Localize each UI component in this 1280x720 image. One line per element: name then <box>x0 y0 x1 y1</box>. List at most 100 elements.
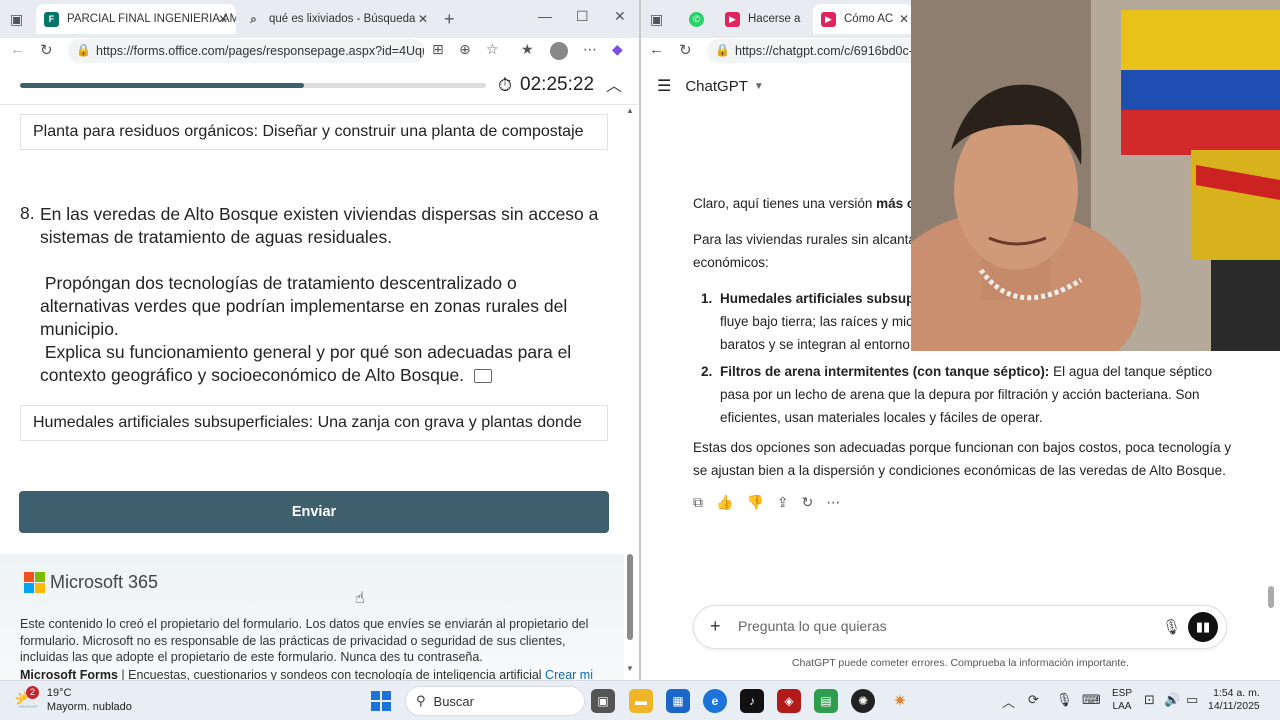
more-icon[interactable]: ⋯ <box>583 41 597 58</box>
maximize-icon[interactable]: ☐ <box>576 8 589 25</box>
copilot-icon[interactable]: ◆ <box>612 41 623 58</box>
weather-cloud-icon: ⛅ 2 <box>14 685 39 712</box>
prompt-box: + 🎙 ▮▮ <box>693 605 1227 649</box>
submit-button[interactable]: Enviar <box>19 491 609 533</box>
voice-mode-icon[interactable]: ▮▮ <box>1188 612 1218 642</box>
copy-icon[interactable]: ⧉ <box>693 494 703 511</box>
refresh-icon[interactable]: ↻ <box>40 41 53 59</box>
close-tab-icon[interactable]: ✕ <box>418 12 428 26</box>
answer-field[interactable]: Humedales artificiales subsuperficiales:… <box>20 405 608 441</box>
message-actions: ⧉ 👍 👎 ⇪ ↻ ⋯ <box>693 494 853 511</box>
favorite-star-icon[interactable]: ☆ <box>486 41 499 58</box>
image-app-icon[interactable]: ▤ <box>814 689 838 713</box>
show-hidden-icons-icon[interactable]: ︿ <box>1002 692 1015 711</box>
date: 14/11/2025 <box>1208 700 1260 712</box>
zoom-icon[interactable]: ⊕ <box>459 41 471 58</box>
close-tab-icon[interactable]: ✕ <box>218 12 228 26</box>
intro-text: Claro, aquí tienes una versión <box>693 196 877 211</box>
stopwatch-icon: ⏱ <box>498 74 513 95</box>
app-icon[interactable]: ◈ <box>777 689 801 713</box>
scroll-down-icon[interactable]: ▼ <box>626 664 634 673</box>
network-icon[interactable]: ⊡ <box>1144 692 1155 708</box>
taskbar: ⛅ 2 19°C Mayorm. nublado ⚲ Buscar ▣ ▬ ▦ e… <box>0 680 1280 720</box>
attach-plus-icon[interactable]: + <box>710 616 721 637</box>
footer-line: Microsoft Forms | Encuestas, cuestionari… <box>20 668 600 680</box>
share-icon[interactable]: ⇪ <box>777 494 789 511</box>
tab-search[interactable]: ⌕ qué es lixiviados - Búsqueda ✕ <box>238 4 436 34</box>
tiktok-icon[interactable]: ♪ <box>740 689 764 713</box>
sync-icon[interactable]: ⟳ <box>1028 692 1039 708</box>
battery-icon[interactable]: ▭ <box>1186 692 1198 708</box>
search-placeholder: Buscar <box>433 693 474 709</box>
close-tab-icon[interactable]: ✕ <box>899 12 909 26</box>
immersive-reader-icon[interactable] <box>474 369 493 384</box>
create-my-own-link[interactable]: Crear mi <box>545 668 593 680</box>
edge-icon[interactable]: e <box>703 689 727 713</box>
microsoft-logo-icon <box>24 572 45 593</box>
edge-window-forms: ▣ F PARCIAL FINAL INGENIERIA AMB ✕ ⌕ qué… <box>0 0 640 680</box>
more-icon[interactable]: ⋯ <box>826 494 840 511</box>
footer-brand: Microsoft Forms <box>20 668 118 680</box>
language-indicator[interactable]: ESP LAA <box>1112 687 1132 713</box>
notification-badge: 2 <box>26 685 39 699</box>
tab-title: PARCIAL FINAL INGENIERIA AMB <box>67 13 236 25</box>
microphone-icon[interactable]: 🎙 <box>1162 618 1181 636</box>
profile-avatar-icon[interactable] <box>550 42 568 60</box>
address-bar-row: ← ↻ 🔒 https://forms.office.com/pages/res… <box>0 38 640 64</box>
progress-bar <box>20 83 486 88</box>
favorites-icon[interactable]: ★ <box>521 41 534 58</box>
taskbar-search[interactable]: ⚲ Buscar <box>405 686 585 716</box>
refresh-icon[interactable]: ↻ <box>679 41 692 59</box>
forms-page: ⏱ 02:25:22 ︿ Planta para residuos orgáni… <box>0 64 638 680</box>
clock[interactable]: 1:54 a. m. 14/11/2025 <box>1208 687 1260 713</box>
app-available-icon[interactable]: ⊞ <box>432 41 444 58</box>
minimize-icon[interactable]: — <box>538 8 552 24</box>
model-selector[interactable]: ☰ ChatGPT ▼ <box>657 76 764 96</box>
start-button[interactable] <box>371 691 391 711</box>
brand-name: Microsoft 365 <box>50 572 159 592</box>
para-1a: Para las viviendas rurales sin alcantar <box>693 232 921 247</box>
file-explorer-icon[interactable]: ▬ <box>629 689 653 713</box>
chatgpt-disclaimer: ChatGPT puede cometer errores. Comprueba… <box>791 657 1130 669</box>
whatsapp-tab-icon[interactable]: ✆ <box>689 12 704 27</box>
list-item: 2. Filtros de arena intermitentes (con t… <box>701 364 1213 425</box>
thumbs-up-icon[interactable]: 👍 <box>716 494 733 511</box>
tab-forms[interactable]: F PARCIAL FINAL INGENIERIA AMB ✕ <box>36 4 236 34</box>
volume-icon[interactable]: 🔊 <box>1164 692 1180 708</box>
tab-chatgpt[interactable]: ▶ Cómo AC ✕ <box>813 4 913 34</box>
video-favicon-icon: ▶ <box>821 11 836 27</box>
url-field[interactable]: 🔒 https://forms.office.com/pages/respons… <box>68 39 424 63</box>
app-icon[interactable]: ✷ <box>888 689 912 713</box>
header-divider <box>0 104 638 105</box>
tab-strip: ▣ F PARCIAL FINAL INGENIERIA AMB ✕ ⌕ qué… <box>0 0 640 38</box>
microphone-icon[interactable]: 🎙 <box>1056 692 1073 708</box>
back-icon[interactable]: ← <box>649 41 664 58</box>
scrollbar-thumb[interactable] <box>1268 586 1274 608</box>
store-icon[interactable]: ▦ <box>666 689 690 713</box>
scrollbar-thumb[interactable] <box>627 554 633 640</box>
task-view-icon[interactable]: ▣ <box>591 689 615 713</box>
previous-answer-field[interactable]: Planta para residuos orgánicos: Diseñar … <box>20 114 608 150</box>
collapse-chevron-icon[interactable]: ︿ <box>606 72 622 96</box>
tab-youtube[interactable]: ▶ Hacerse a <box>717 4 811 34</box>
para-1b: económicos: <box>693 255 769 270</box>
weather-widget[interactable]: ⛅ 2 19°C Mayorm. nublado <box>14 685 132 714</box>
lock-icon: 🔒 <box>715 43 730 57</box>
keyboard-icon[interactable]: ⌨ <box>1082 692 1101 708</box>
forms-favicon-icon: F <box>44 11 59 27</box>
prompt-input[interactable] <box>738 618 1138 634</box>
sidebar-toggle-icon[interactable]: ☰ <box>657 76 671 96</box>
thumbs-down-icon[interactable]: 👎 <box>746 494 763 511</box>
scroll-up-icon[interactable]: ▲ <box>626 106 634 115</box>
chevron-down-icon: ▼ <box>753 80 764 92</box>
chatgpt-app-icon[interactable]: ✺ <box>851 689 875 713</box>
tab-actions-icon[interactable]: ▣ <box>10 11 23 28</box>
new-tab-icon[interactable]: + <box>444 9 455 30</box>
close-window-icon[interactable]: ✕ <box>614 8 626 25</box>
hand-cursor-icon: ☝ <box>355 590 365 607</box>
microsoft-365-logo: Microsoft 365 <box>24 572 158 593</box>
tab-actions-icon[interactable]: ▣ <box>650 11 663 28</box>
item-1-line2: fluye bajo tierra; las raíces y micr <box>720 314 918 329</box>
regenerate-icon[interactable]: ↻ <box>802 494 814 511</box>
back-icon[interactable]: ← <box>10 41 25 58</box>
